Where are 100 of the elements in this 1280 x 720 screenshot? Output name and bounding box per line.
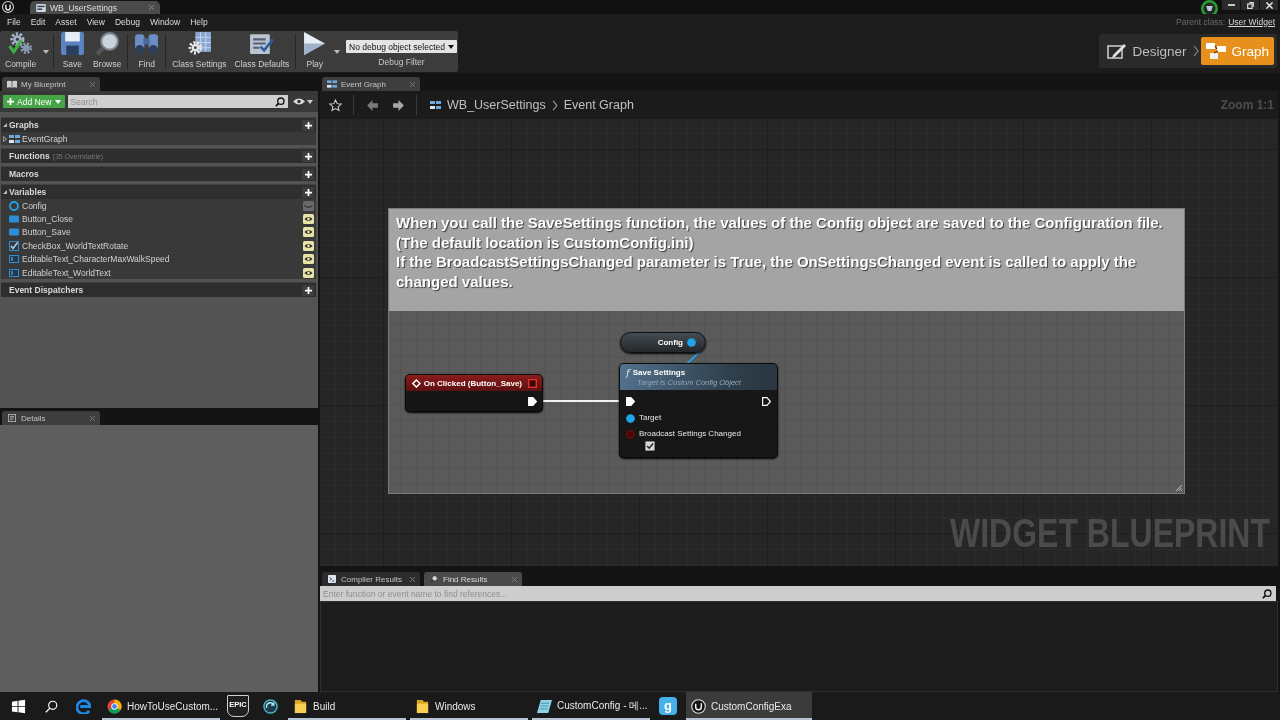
menu-item[interactable]: Edit: [25, 15, 51, 29]
node-title: On Clicked (Button_Save): [423, 378, 522, 388]
variable-item[interactable]: Config: [1, 199, 316, 213]
open-eye-icon[interactable]: [303, 267, 314, 278]
caret-icon: [54, 99, 61, 104]
designer-mode-button[interactable]: Designer: [1102, 37, 1192, 65]
category-header[interactable]: Variables: [1, 184, 316, 199]
exec-pin-icon[interactable]: [528, 396, 537, 406]
add-button[interactable]: [302, 168, 314, 180]
event-node[interactable]: On Clicked (Button_Save): [405, 374, 543, 412]
add-button[interactable]: [302, 284, 314, 296]
results-tab[interactable]: Compiler Results: [322, 572, 420, 586]
category-title: Event Dispatchers: [9, 285, 84, 296]
menu-item[interactable]: File: [2, 15, 26, 29]
taskbar-button[interactable]: HowToUseCustom...: [102, 692, 220, 720]
open-eye-icon[interactable]: [303, 240, 314, 251]
close-button[interactable]: [1260, 0, 1278, 10]
pin-label: Target: [639, 413, 662, 422]
close-icon[interactable]: [149, 5, 154, 10]
menu-item[interactable]: View: [81, 15, 110, 29]
expanded-arrow-icon: [3, 190, 7, 194]
close-icon[interactable]: [410, 81, 415, 87]
add-button[interactable]: [302, 150, 314, 162]
category-title: Variables: [9, 187, 47, 197]
plus-icon: [304, 152, 312, 160]
comment-text: (The default location is CustomConfig.ini): [396, 232, 695, 252]
category-title: Macros: [9, 169, 39, 179]
panel-tab[interactable]: Event Graph: [322, 77, 420, 91]
debug-filter-dropdown[interactable]: No debug object selected: [346, 40, 457, 53]
text-box-icon: [9, 254, 19, 265]
menu-item[interactable]: Window: [144, 15, 186, 29]
exec-pin-icon[interactable]: [626, 396, 635, 406]
compile-button[interactable]: Compile: [1, 31, 41, 72]
comment-box[interactable]: [388, 208, 1185, 494]
object-pin-icon[interactable]: [687, 338, 696, 347]
add-button[interactable]: [302, 186, 314, 198]
ring-logo-icon: [691, 698, 706, 714]
plus-icon: [7, 98, 14, 105]
variable-name: Button_Close: [22, 214, 74, 225]
menu-item[interactable]: Help: [185, 15, 213, 29]
graph-item[interactable]: EventGraph: [1, 132, 316, 145]
breadcrumb-link[interactable]: Event Graph: [563, 98, 634, 112]
window-panes-icon: [10, 698, 26, 714]
taskbar-button[interactable]: Windows: [410, 692, 528, 720]
variable-item[interactable]: CheckBox_WorldTextRotate: [1, 239, 316, 253]
category-header[interactable]: Graphs: [1, 117, 316, 132]
delegate-pin-icon[interactable]: [528, 378, 537, 388]
close-icon[interactable]: [410, 576, 415, 582]
resize-grip-icon[interactable]: [1175, 484, 1182, 491]
variable-name: EditableText_CharacterMaxWalkSpeed: [22, 254, 170, 265]
search-icon: [44, 699, 58, 713]
chevron-icon: [551, 99, 558, 111]
add-button[interactable]: [302, 119, 314, 131]
variable-item[interactable]: Button_Close: [1, 212, 316, 226]
document-tab[interactable]: WB_UserSettings: [30, 1, 160, 14]
browse-button[interactable]: Browse: [88, 31, 126, 72]
open-eye-icon[interactable]: [303, 254, 314, 265]
taskbar-button[interactable]: CustomConfigExa: [686, 692, 812, 720]
close-icon[interactable]: [90, 81, 95, 87]
taskbar-button[interactable]: CustomConfig - 메...: [532, 692, 650, 720]
minimize-button[interactable]: [1222, 0, 1240, 10]
menu-item[interactable]: Asset: [50, 15, 82, 29]
view-options-button[interactable]: [291, 98, 315, 105]
panel-tab[interactable]: My Blueprint: [2, 77, 100, 91]
exec-pin-icon[interactable]: [762, 396, 771, 406]
menu-item[interactable]: Debug: [109, 15, 145, 29]
search-icon[interactable]: [1262, 588, 1272, 599]
variable-node[interactable]: Config: [620, 332, 706, 353]
open-eye-icon[interactable]: [303, 227, 314, 238]
results-tab[interactable]: Find Results: [424, 572, 522, 586]
variable-name: Button_Save: [22, 227, 71, 238]
text-box-icon: [9, 267, 19, 278]
play-button[interactable]: Play: [298, 31, 332, 72]
status-ring-icon[interactable]: [1201, 0, 1218, 17]
class-defaults-button[interactable]: Class Defaults: [230, 31, 294, 72]
pin-label: Broadcast Settings Changed: [639, 429, 741, 438]
comment-text: If the BroadcastSettingsChanged parameter is True, the OnSettingsChanged event is called to apply the changed values.: [396, 252, 1138, 291]
diamond-icon: [412, 378, 421, 388]
class-settings-button[interactable]: Class Settings: [168, 31, 231, 72]
graph-canvas[interactable]: [320, 119, 1278, 566]
search-icon[interactable]: [275, 96, 285, 107]
object-pin-icon[interactable]: [626, 414, 635, 423]
breadcrumb-link[interactable]: WB_UserSettings: [447, 98, 546, 112]
parent-class-link[interactable]: User Widget: [1228, 17, 1275, 27]
category-header[interactable]: Event Dispatchers: [1, 282, 316, 298]
chevron-icon: [1193, 45, 1200, 57]
eye-icon: [293, 98, 305, 105]
plus-icon: [304, 121, 312, 129]
checkbox[interactable]: [645, 441, 655, 451]
close-icon[interactable]: [90, 415, 95, 421]
find-button[interactable]: Find: [130, 31, 164, 72]
play-icon: [302, 31, 328, 56]
taskbar-button[interactable]: Build: [288, 692, 406, 720]
collapsed-arrow-icon[interactable]: [3, 135, 7, 142]
open-eye-icon[interactable]: [303, 214, 314, 225]
save-button[interactable]: Save: [55, 31, 89, 72]
restore-button[interactable]: [1241, 0, 1259, 10]
plus-icon: [304, 286, 312, 294]
category-header[interactable]: Macros: [1, 166, 316, 181]
panel-tab[interactable]: Details: [2, 411, 100, 425]
